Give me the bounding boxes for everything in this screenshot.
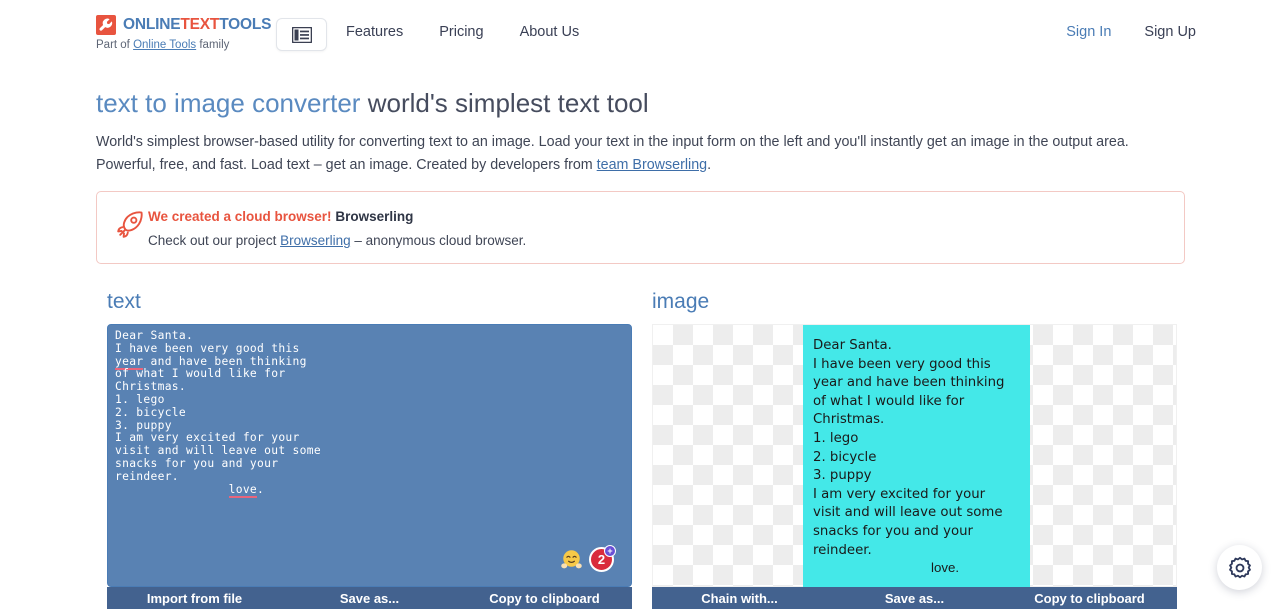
tools-menu-button[interactable]: [276, 18, 327, 51]
line-2: I have been very good this: [115, 341, 300, 355]
line-9: I am very excited for your: [115, 431, 300, 445]
logo-wordmark: ONLINETEXTTOOLS: [123, 16, 271, 34]
gear-icon: [1228, 556, 1251, 578]
main-nav: Features Pricing About Us: [346, 24, 579, 40]
add-reaction-badge[interactable]: 2 +: [589, 545, 616, 572]
editor-emoji-row: 2 +: [560, 545, 616, 572]
promo-banner[interactable]: We created a cloud browser! Browserling …: [96, 191, 1185, 264]
logo-part-text: TEXT: [180, 16, 220, 33]
wrench-icon: [96, 15, 116, 35]
page-description: World's simplest browser-based utility f…: [96, 131, 1186, 177]
text-input-area[interactable]: Dear Santa. I have been very good this y…: [107, 324, 632, 587]
page-title-secondary: world's simplest text tool: [367, 88, 649, 118]
input-save-as-button[interactable]: Save as...: [282, 591, 457, 606]
promo-sub-pre: Check out our project: [148, 233, 281, 248]
generated-image-text: Dear Santa. I have been very good this y…: [813, 338, 1005, 558]
input-panel-heading: text: [107, 290, 141, 313]
description-tail: .: [707, 157, 712, 173]
line-6: 1. lego: [115, 392, 165, 406]
line-13: [115, 483, 229, 496]
line-3: and have been thinking: [143, 354, 307, 368]
line-7: 2. bicycle: [115, 405, 187, 419]
input-toolbar: Import from file Save as... Copy to clip…: [107, 587, 632, 609]
promo-headline-name: Browserling: [335, 209, 414, 224]
plus-icon: +: [604, 545, 616, 557]
online-tools-link[interactable]: Online Tools: [133, 39, 196, 51]
output-save-as-button[interactable]: Save as...: [827, 591, 1002, 606]
line-12: reindeer.: [115, 469, 179, 483]
promo-headline: We created a cloud browser! Browserling: [148, 209, 413, 224]
browserling-link[interactable]: Browserling: [280, 233, 351, 248]
input-copy-to-clipboard-button[interactable]: Copy to clipboard: [457, 591, 632, 606]
line-13-tail: .: [257, 482, 265, 496]
output-panel-heading: image: [652, 290, 710, 313]
nav-item-pricing[interactable]: Pricing: [439, 24, 483, 40]
page-root: ONLINETEXTTOOLS Part of Online Tools fam…: [0, 0, 1280, 609]
site-header: ONLINETEXTTOOLS Part of Online Tools fam…: [0, 0, 1280, 68]
sign-up-link[interactable]: Sign Up: [1144, 24, 1196, 40]
line-1: Dear Santa.: [115, 329, 194, 342]
tagline-post: family: [196, 39, 230, 51]
promo-headline-highlight: We created a cloud browser!: [148, 209, 332, 224]
line-5: Christmas.: [115, 380, 187, 394]
import-from-file-button[interactable]: Import from file: [107, 591, 282, 606]
line-11: snacks for you and your: [115, 456, 279, 470]
image-output-canvas[interactable]: Dear Santa. I have been very good this y…: [652, 324, 1177, 588]
input-panel: Dear Santa. I have been very good this y…: [107, 324, 632, 609]
sign-in-link[interactable]: Sign In: [1066, 24, 1111, 40]
promo-sub-post: – anonymous cloud browser.: [350, 233, 527, 248]
list-menu-icon: [291, 26, 312, 43]
page-title-primary: text to image converter: [96, 88, 361, 118]
chain-with-button[interactable]: Chain with...: [652, 591, 827, 606]
generated-image-signature: love.: [931, 560, 960, 575]
line-4: of what I would like for: [115, 367, 286, 381]
settings-fab-button[interactable]: [1217, 545, 1262, 590]
page-title: text to image converter world's simplest…: [96, 88, 649, 119]
misspelled-word-love: love: [228, 482, 258, 498]
logo-part-tools: TOOLS: [219, 16, 272, 33]
nav-item-features[interactable]: Features: [346, 24, 403, 40]
smiling-face-emoji-icon[interactable]: [560, 548, 583, 571]
logo-part-online: ONLINE: [123, 16, 181, 33]
generated-image: Dear Santa. I have been very good this y…: [803, 325, 1030, 588]
nav-item-about-us[interactable]: About Us: [520, 24, 580, 40]
line-8: 3. puppy: [115, 418, 172, 432]
output-toolbar: Chain with... Save as... Copy to clipboa…: [652, 587, 1177, 609]
output-copy-to-clipboard-button[interactable]: Copy to clipboard: [1002, 591, 1177, 606]
team-browserling-link[interactable]: team Browserling: [597, 157, 707, 173]
output-panel: Dear Santa. I have been very good this y…: [652, 324, 1177, 609]
text-input-value[interactable]: Dear Santa. I have been very good this y…: [115, 329, 625, 498]
promo-subline: Check out our project Browserling – anon…: [148, 233, 526, 248]
tagline-pre: Part of: [96, 39, 134, 51]
rocket-icon: [113, 208, 147, 242]
line-10: visit and will leave out some: [115, 444, 321, 458]
auth-links: Sign In Sign Up: [1066, 24, 1196, 40]
